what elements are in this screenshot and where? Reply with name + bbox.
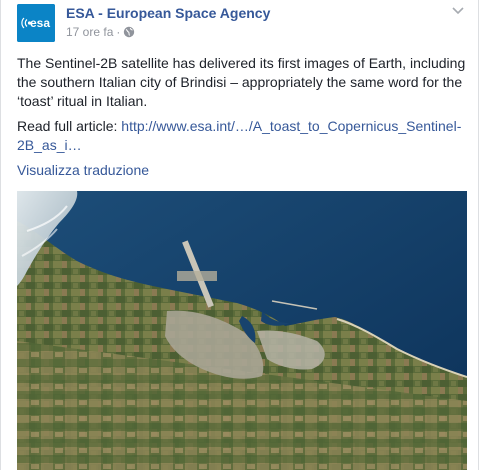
post-header: esa ESA - European Space Agency 17 ore f… — [17, 4, 464, 44]
post-timestamp[interactable]: 17 ore fa — [66, 25, 113, 39]
page-name-link[interactable]: ESA - European Space Agency — [66, 5, 270, 21]
post-text: The Sentinel-2B satellite has delivered … — [17, 54, 466, 155]
avatar[interactable]: esa — [17, 4, 55, 42]
read-more-line: Read full article: http://www.esa.int/…/… — [17, 117, 466, 155]
satellite-image[interactable] — [17, 191, 467, 470]
chevron-down-icon[interactable] — [450, 4, 466, 18]
facebook-post: esa ESA - European Space Agency 17 ore f… — [0, 0, 479, 470]
meta-separator: · — [116, 25, 121, 39]
post-paragraph: The Sentinel-2B satellite has delivered … — [17, 55, 466, 109]
translate-link[interactable]: Visualizza traduzione — [17, 162, 149, 178]
read-more-label: Read full article: — [17, 118, 122, 134]
post-meta: 17 ore fa · — [66, 25, 135, 41]
esa-logo: esa — [17, 4, 55, 42]
globe-icon[interactable] — [123, 26, 135, 41]
avatar-text: esa — [30, 16, 50, 30]
brindisi-satellite-photo — [17, 191, 467, 470]
